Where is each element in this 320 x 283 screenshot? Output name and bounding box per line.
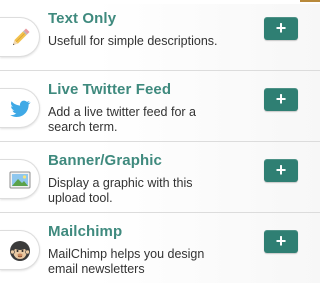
- add-text-only-button[interactable]: +: [264, 17, 298, 40]
- widget-row-live-twitter-feed: Live Twitter Feed Add a live twitter fee…: [0, 71, 320, 142]
- widget-row-mailchimp: Mailchimp MailChimp helps you design ema…: [0, 213, 320, 283]
- widget-description: Add a live twitter feed for a search ter…: [48, 105, 196, 134]
- widget-title: Banner/Graphic: [48, 152, 162, 169]
- mailchimp-icon: [0, 230, 40, 270]
- twitter-bird-icon: [0, 88, 40, 128]
- widget-description: Usefull for simple descriptions.: [48, 34, 218, 48]
- plus-icon: +: [275, 160, 287, 180]
- widget-title: Mailchimp: [48, 223, 123, 240]
- image-icon: [0, 159, 40, 199]
- widget-row-banner-graphic: Banner/Graphic Display a graphic with th…: [0, 142, 320, 213]
- widget-description: MailChimp helps you design email newslet…: [48, 247, 205, 276]
- add-mailchimp-button[interactable]: +: [264, 230, 298, 253]
- add-live-twitter-feed-button[interactable]: +: [264, 88, 298, 111]
- widget-picker-panel: Text Only Usefull for simple description…: [0, 0, 320, 283]
- plus-icon: +: [275, 89, 287, 109]
- widget-row-text-only: Text Only Usefull for simple description…: [0, 0, 320, 71]
- add-banner-graphic-button[interactable]: +: [264, 159, 298, 182]
- widget-title: Text Only: [48, 10, 117, 27]
- widget-description: Display a graphic with this upload tool.: [48, 176, 193, 205]
- plus-icon: +: [275, 18, 287, 38]
- plus-icon: +: [275, 231, 287, 251]
- pencil-icon: [0, 17, 40, 57]
- widget-title: Live Twitter Feed: [48, 81, 172, 98]
